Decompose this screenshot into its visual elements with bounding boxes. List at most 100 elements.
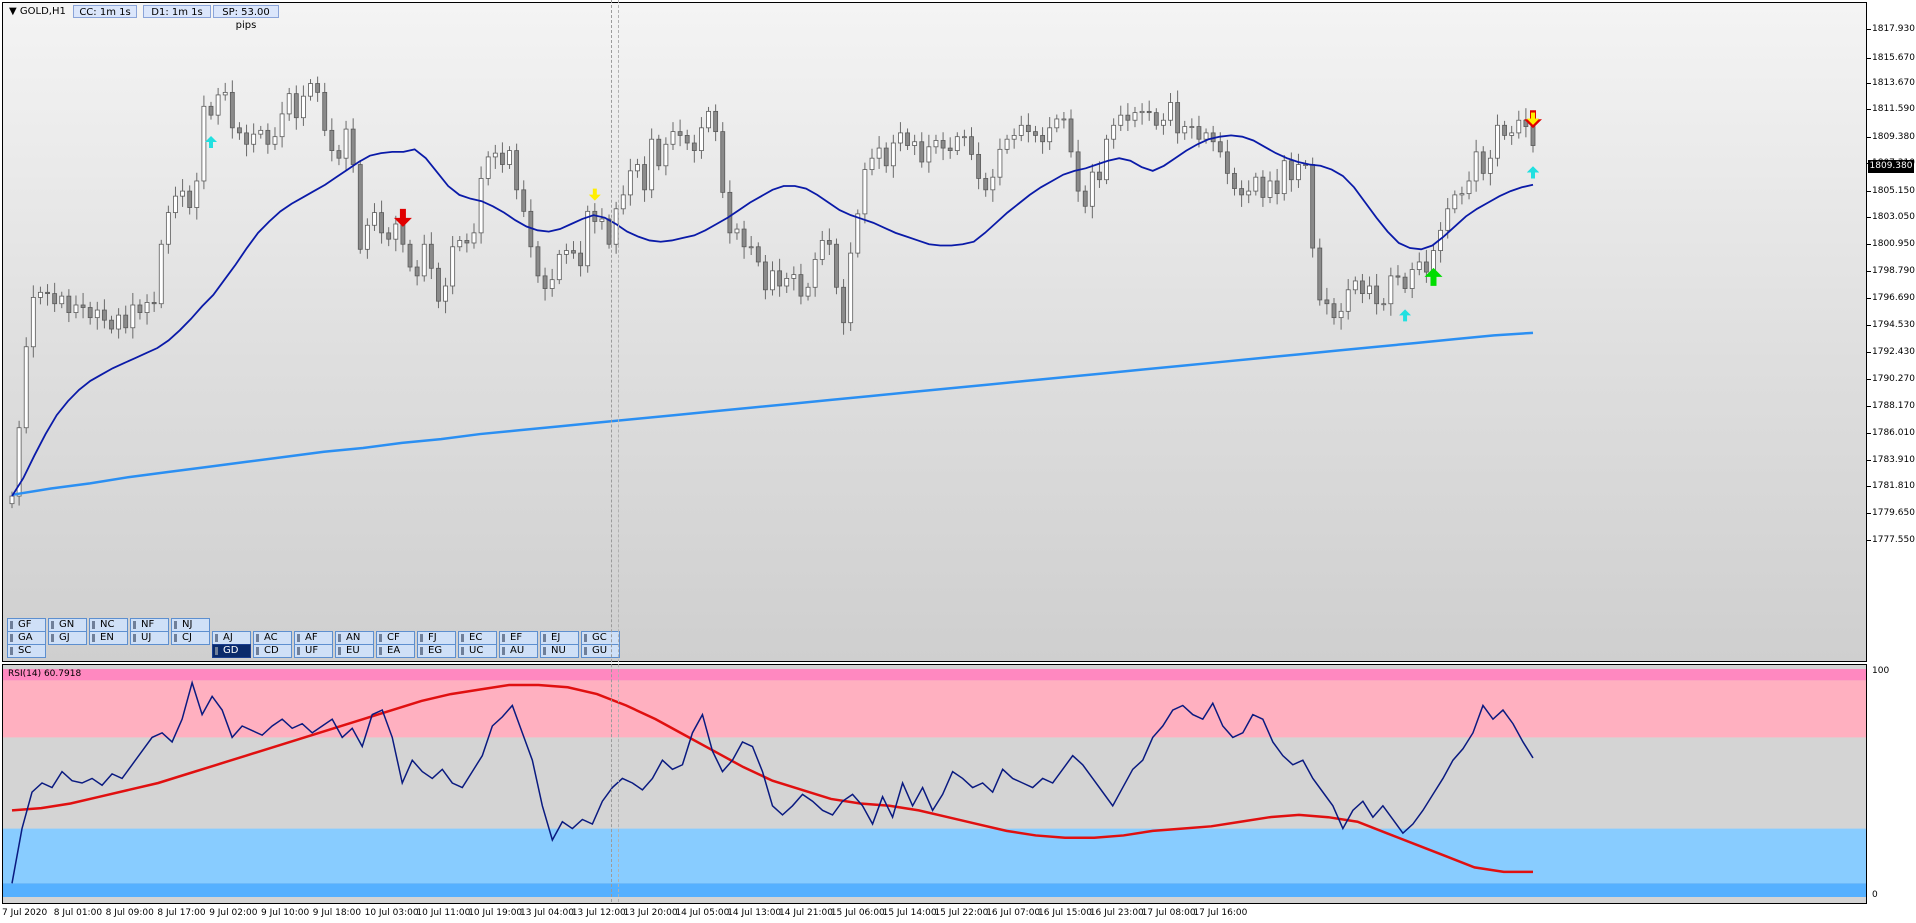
time-axis[interactable]: 7 Jul 2020 8 Jul 01:00 8 Jul 09:00 8 Jul 17… (0, 904, 1867, 923)
price-tick-label: 1792.430 (1872, 346, 1915, 357)
pair-button-ea[interactable]: EA (376, 644, 415, 658)
candle-body (229, 91, 235, 129)
candle-body (1452, 194, 1458, 210)
pair-button-eu[interactable]: EU (335, 644, 374, 658)
pair-button-ec[interactable]: EC (458, 631, 497, 645)
collapse-icon[interactable]: ▼ (9, 6, 17, 17)
candle-body (1317, 247, 1323, 301)
pair-button-gu[interactable]: GU (581, 644, 620, 658)
candle-body (201, 105, 207, 182)
candle-body (23, 346, 29, 429)
candle-body (642, 164, 647, 191)
pair-button-cj[interactable]: CJ (171, 631, 210, 645)
price-tick (1867, 297, 1871, 299)
candle-body (52, 293, 58, 305)
candle-body (208, 105, 214, 116)
pair-button-cd[interactable]: CD (253, 644, 292, 658)
candle-body (627, 170, 633, 196)
time-tick-label: 15 Jul 14:00 (882, 908, 937, 918)
candle-body (805, 286, 811, 297)
candle-body (990, 176, 996, 191)
pair-button-eg[interactable]: EG (417, 644, 456, 658)
candlestick-chart[interactable] (3, 3, 1866, 661)
candle-body (1374, 285, 1380, 305)
candle-body (1423, 261, 1429, 273)
rsi-axis[interactable]: 100 0 (1867, 664, 1916, 904)
candle-body (443, 285, 448, 302)
pair-button-uj[interactable]: UJ (130, 631, 169, 645)
rsi-pane[interactable]: RSI(14) 60.7918 (2, 664, 1867, 904)
candle-body (1381, 303, 1387, 306)
candle-body (599, 218, 605, 222)
pair-button-fj[interactable]: FJ (417, 631, 456, 645)
pair-button-uc[interactable]: UC (458, 644, 497, 658)
candle-body (251, 133, 257, 145)
candle-body (87, 307, 93, 319)
price-tick (1867, 190, 1871, 192)
candle-body (691, 142, 697, 152)
candle-body (549, 279, 555, 289)
price-tick-label: 1811.590 (1872, 104, 1915, 115)
pair-button-ga[interactable]: GA (7, 631, 46, 645)
pair-button-gd[interactable]: GD (212, 644, 251, 658)
pair-button-aj[interactable]: AJ (212, 631, 251, 645)
pair-button-gn[interactable]: GN (48, 618, 87, 632)
candle-body (9, 495, 15, 505)
candle-body (1175, 102, 1181, 134)
candle-body (116, 314, 122, 330)
pair-button-gf[interactable]: GF (7, 618, 46, 632)
pair-button-nj[interactable]: NJ (171, 618, 210, 632)
candle-body (1466, 180, 1472, 195)
candle-body (507, 150, 512, 165)
pair-button-en[interactable]: EN (89, 631, 128, 645)
candle-body (890, 142, 896, 167)
pair-button-an[interactable]: AN (335, 631, 374, 645)
pair-button-nu[interactable]: NU (540, 644, 579, 658)
candle-body (699, 127, 704, 152)
time-tick-label: 13 Jul 20:00 (623, 908, 678, 918)
candle-body (1288, 160, 1294, 181)
arrow-down-icon (588, 188, 601, 201)
candle-body (947, 147, 953, 152)
pair-button-ef[interactable]: EF (499, 631, 538, 645)
rsi-axis-min: 0 (1872, 890, 1878, 900)
candle-body (322, 91, 328, 131)
pair-button-sc[interactable]: SC (7, 644, 46, 658)
pair-button-cf[interactable]: CF (376, 631, 415, 645)
candle-body (620, 194, 626, 210)
candle-body (272, 136, 278, 145)
pair-button-uf[interactable]: UF (294, 644, 333, 658)
candle-body (1246, 190, 1252, 196)
candle-body (308, 83, 313, 97)
candle-body (1416, 261, 1422, 270)
candle-body (933, 140, 939, 148)
candle-body (1011, 135, 1017, 140)
rsi-chart[interactable] (3, 665, 1866, 903)
candle-body (1097, 171, 1102, 181)
rsi-overbought-top-band (3, 669, 1866, 681)
price-tick (1867, 82, 1871, 84)
price-chart-pane[interactable]: ▼ GOLD,H1 CC: 1m 1s D1: 1m 1s SP: 53.00 … (2, 2, 1867, 662)
price-axis[interactable]: 1817.930 1815.670 1813.670 1811.590 1809.380… (1867, 0, 1916, 662)
price-tick (1867, 325, 1871, 327)
pair-button-au[interactable]: AU (499, 644, 538, 658)
candle-body (514, 150, 520, 191)
candle-body (748, 246, 754, 249)
candle-body (727, 191, 733, 234)
pair-button-nc[interactable]: NC (89, 618, 128, 632)
pair-button-gc[interactable]: GC (581, 631, 620, 645)
pair-button-nf[interactable]: NF (130, 618, 169, 632)
candle-body (755, 246, 761, 263)
rsi-title: RSI(14) 60.7918 (8, 669, 82, 679)
candle-body (59, 295, 65, 305)
pair-button-ej[interactable]: EJ (540, 631, 579, 645)
candle-body (834, 243, 839, 288)
candle-body (926, 146, 932, 163)
pair-button-af[interactable]: AF (294, 631, 333, 645)
spread-box: SP: 53.00 pips (213, 5, 279, 31)
price-tick-label: 1781.810 (1872, 481, 1915, 492)
candle-body (265, 129, 271, 145)
pair-button-gj[interactable]: GJ (48, 631, 87, 645)
pair-button-ac[interactable]: AC (253, 631, 292, 645)
candle-body (94, 309, 100, 319)
